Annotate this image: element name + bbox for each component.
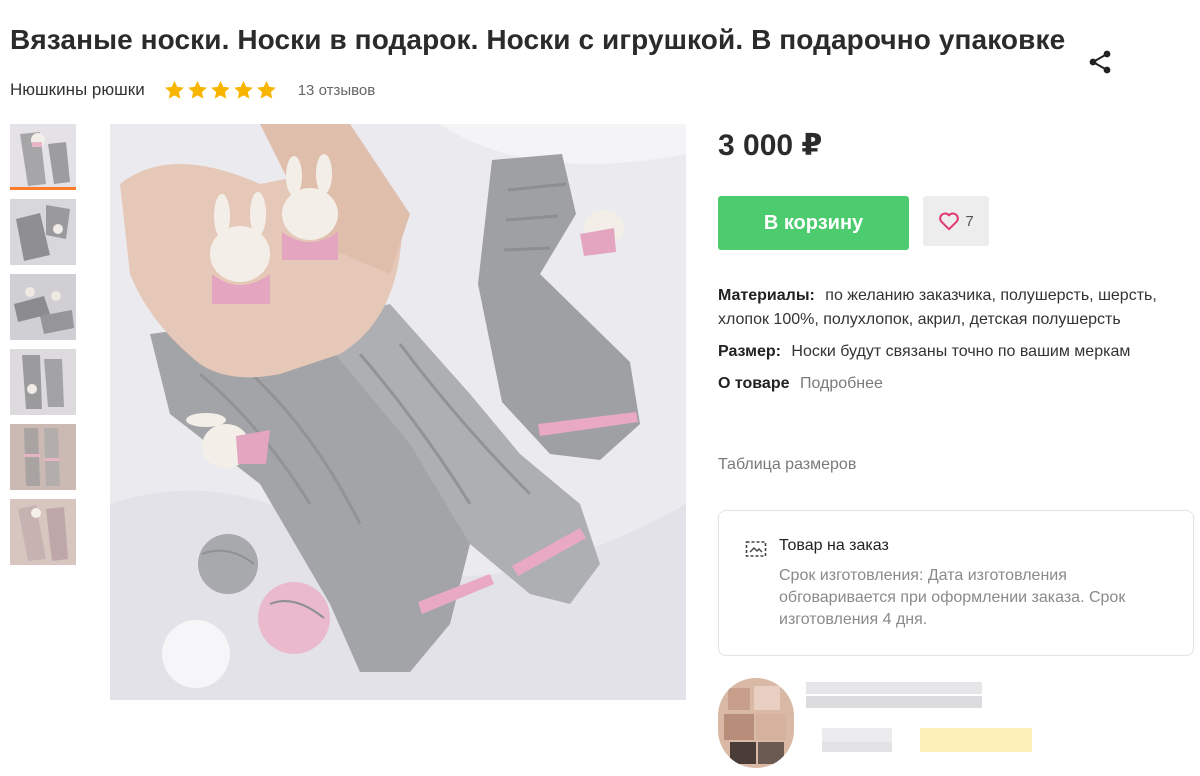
made-to-order-icon xyxy=(745,541,767,557)
seller-name[interactable]: Нюшкины рюшки xyxy=(10,80,145,100)
size-table-link[interactable]: Таблица размеров xyxy=(718,456,856,474)
thumbnail-6[interactable] xyxy=(10,499,76,565)
seller-avatar[interactable] xyxy=(718,678,794,768)
product-price: 3 000 ₽ xyxy=(718,129,823,162)
materials-label: Материалы: xyxy=(718,287,815,304)
seller-card[interactable] xyxy=(718,678,1048,770)
size-row: Размер: Носки будут связаны точно по ваш… xyxy=(718,340,1190,364)
product-properties: Материалы: по желанию заказчика, полушер… xyxy=(718,284,1190,404)
star-icon xyxy=(256,80,276,99)
star-icon xyxy=(233,80,253,99)
thumbnail-1[interactable] xyxy=(10,124,76,190)
product-title: Вязаные носки. Носки в подарок. Носки с … xyxy=(10,24,1066,55)
rating-stars xyxy=(163,79,278,101)
seller-row: Нюшкины рюшки 13 отзывов xyxy=(10,78,375,102)
thumbnail-4[interactable] xyxy=(10,349,76,415)
star-icon xyxy=(164,80,184,99)
made-to-order-box: Товар на заказ Срок изготовления: Дата и… xyxy=(718,510,1194,656)
thumbnail-2[interactable] xyxy=(10,199,76,265)
size-value: Носки будут связаны точно по вашим мерка… xyxy=(791,343,1131,360)
star-icon xyxy=(187,80,207,99)
favorite-count: 7 xyxy=(965,212,974,230)
thumbnail-list xyxy=(10,124,76,574)
product-main-image[interactable] xyxy=(110,124,686,700)
reviews-link[interactable]: 13 отзывов xyxy=(298,82,376,99)
made-to-order-description: Срок изготовления: Дата изготовления обг… xyxy=(779,567,1126,628)
size-label: Размер: xyxy=(718,343,781,360)
about-row: О товаре Подробнее xyxy=(718,372,1190,396)
add-to-cart-button[interactable]: В корзину xyxy=(718,196,909,250)
thumbnail-5[interactable] xyxy=(10,424,76,490)
share-icon[interactable] xyxy=(1086,48,1114,76)
about-label: О товаре xyxy=(718,375,790,392)
thumbnail-3[interactable] xyxy=(10,274,76,340)
materials-row: Материалы: по желанию заказчика, полушер… xyxy=(718,284,1190,332)
favorite-button[interactable]: 7 xyxy=(923,196,989,246)
seller-info-blurred xyxy=(806,682,1032,752)
made-to-order-title: Товар на заказ xyxy=(779,537,889,554)
about-more-link[interactable]: Подробнее xyxy=(800,375,883,392)
star-icon xyxy=(210,80,230,99)
heart-icon xyxy=(939,212,960,231)
